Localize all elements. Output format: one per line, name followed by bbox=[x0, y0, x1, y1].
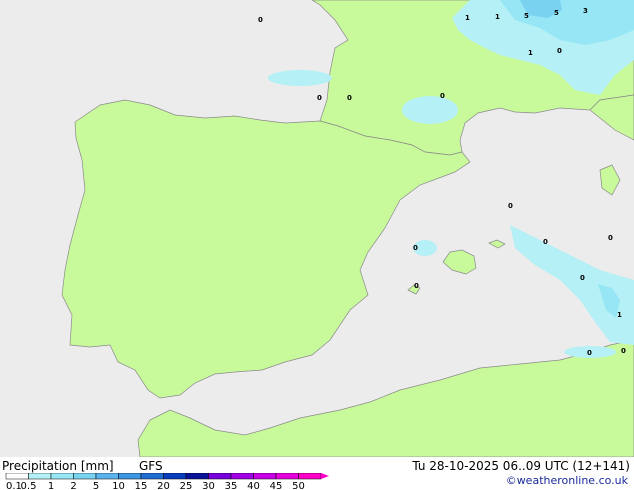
model-name: GFS bbox=[139, 459, 163, 473]
colorbar-end-arrow bbox=[321, 473, 329, 479]
colorbar-tick-label: 15 bbox=[135, 481, 148, 490]
colorbar-cell bbox=[163, 473, 187, 480]
colorbar-cell bbox=[140, 473, 164, 480]
precip-label: 0 bbox=[587, 349, 592, 357]
colorbar-cell bbox=[253, 473, 277, 480]
colorbar-tick-label: 20 bbox=[157, 481, 170, 490]
colorbar-cell bbox=[118, 473, 142, 480]
precip-label: 1 bbox=[528, 49, 533, 57]
colorbar-tick-label: 30 bbox=[202, 481, 215, 490]
colorbar-tick-label: 25 bbox=[180, 481, 193, 490]
colorbar-cell bbox=[73, 473, 97, 480]
colorbar-cell bbox=[5, 473, 29, 480]
colorbar-tick-label: 1 bbox=[48, 481, 54, 490]
precip-area-biscay bbox=[268, 70, 332, 86]
precip-label: 0 bbox=[317, 94, 322, 102]
colorbar-tick-label: 50 bbox=[292, 481, 305, 490]
precip-label: 0 bbox=[608, 234, 613, 242]
precip-label: 3 bbox=[583, 7, 588, 15]
precip-label: 1 bbox=[495, 13, 500, 21]
map-footer: Precipitation [mm] GFS Tu 28-10-2025 06.… bbox=[0, 457, 634, 490]
precip-label: 0 bbox=[621, 347, 626, 355]
colorbar-tick-label: 10 bbox=[112, 481, 125, 490]
valid-time: Tu 28-10-2025 06..09 UTC (12+141) bbox=[412, 459, 630, 473]
colorbar-tick-label: 0.1 bbox=[6, 481, 22, 490]
precip-label: 1 bbox=[465, 14, 470, 22]
precip-label: 5 bbox=[524, 12, 529, 20]
precip-area-gulf-of-lion bbox=[402, 96, 458, 124]
precip-label: 0 bbox=[508, 202, 513, 210]
precip-label: 0 bbox=[347, 94, 352, 102]
colorbar-cell bbox=[275, 473, 299, 480]
colorbar-tick-label: 2 bbox=[70, 481, 76, 490]
precip-label: 0 bbox=[413, 244, 418, 252]
precipitation-colorbar: 0.10.5 1 2 5 10 15 20 25 30 35 40 45 50 bbox=[5, 473, 329, 490]
precip-label: 0 bbox=[258, 16, 263, 24]
colorbar-cell bbox=[50, 473, 74, 480]
colorbar-cell bbox=[28, 473, 52, 480]
colorbar-tick-label: 40 bbox=[247, 481, 260, 490]
colorbar-tick-label: 45 bbox=[270, 481, 283, 490]
colorbar-cell bbox=[95, 473, 119, 480]
colorbar-tick-label: 5 bbox=[93, 481, 99, 490]
map-title: Precipitation [mm] bbox=[2, 459, 114, 473]
colorbar-tick-label: 0.5 bbox=[21, 481, 37, 490]
precip-label: 0 bbox=[414, 282, 419, 290]
precip-label: 5 bbox=[554, 9, 559, 17]
colorbar-cell bbox=[208, 473, 232, 480]
colorbar-tick-label: 35 bbox=[225, 481, 238, 490]
credit-link[interactable]: ©weatheronline.co.uk bbox=[506, 474, 628, 488]
precip-label: 0 bbox=[440, 92, 445, 100]
colorbar-cell bbox=[185, 473, 209, 480]
precipitation-map: 0 0 0 0 1 1 5 5 3 1 0 0 0 0 0 0 0 1 0 0 bbox=[0, 0, 634, 457]
colorbar-cell bbox=[298, 473, 322, 480]
precip-label: 0 bbox=[543, 238, 548, 246]
colorbar-cell bbox=[230, 473, 254, 480]
precip-label: 0 bbox=[557, 47, 562, 55]
precip-label: 1 bbox=[617, 311, 622, 319]
precip-label: 0 bbox=[580, 274, 585, 282]
